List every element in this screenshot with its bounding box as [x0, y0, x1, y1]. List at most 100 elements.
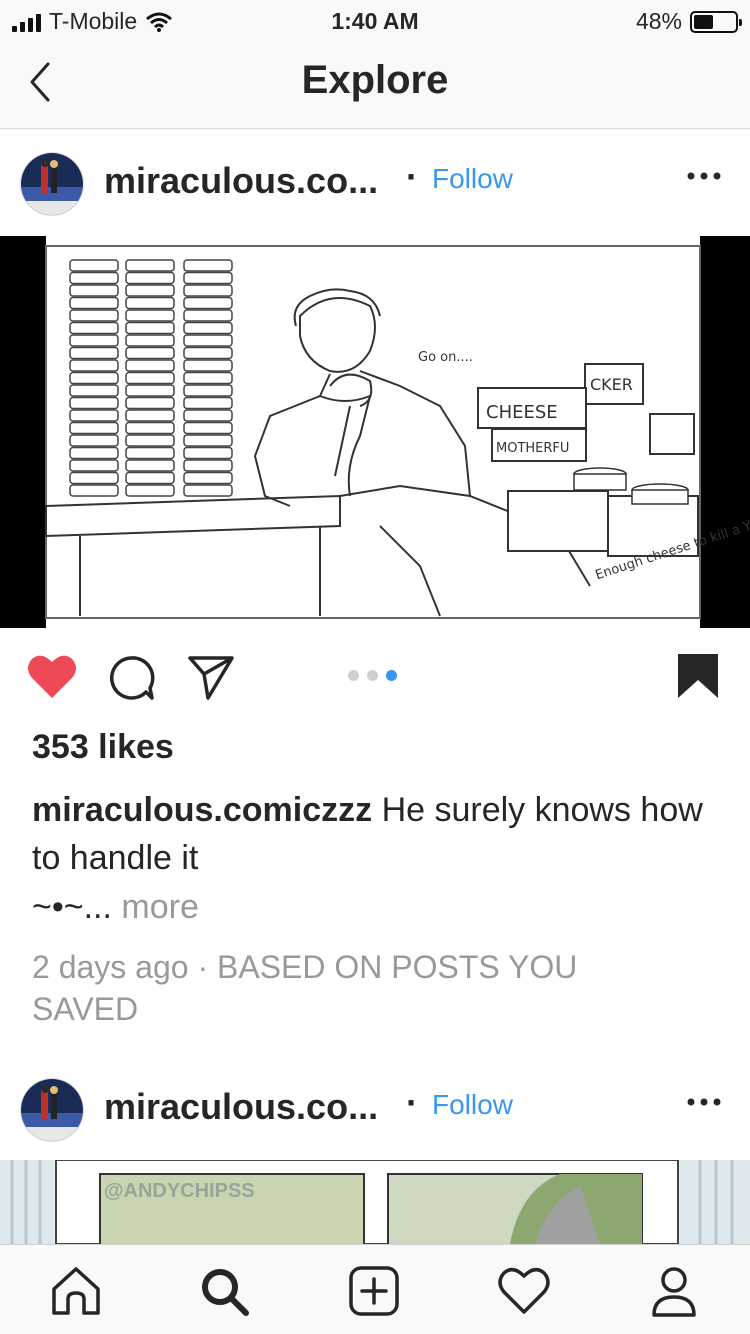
cheese-box [183, 259, 233, 272]
cheese-box [125, 259, 175, 272]
battery-percent: 48% [635, 8, 682, 34]
cheese-box [69, 309, 119, 322]
avatar[interactable] [20, 152, 84, 216]
more-options-button[interactable] [686, 1086, 722, 1116]
bookmark-filled-icon [678, 654, 718, 698]
cheese-box [69, 271, 119, 285]
cheese-box [69, 321, 119, 335]
cheese-box [69, 421, 119, 435]
cheese-box [69, 359, 119, 372]
follow-button[interactable]: Follow [432, 163, 513, 195]
more-horizontal-icon [687, 172, 721, 180]
tab-new-post[interactable] [346, 1263, 402, 1319]
cheese-box [125, 334, 175, 347]
carousel-dot [367, 670, 378, 681]
cheese-box [125, 396, 175, 410]
cheese-box [125, 371, 175, 385]
cheese-box [183, 459, 233, 472]
cheese-box [125, 421, 175, 435]
cheese-box [69, 296, 119, 310]
cheese-box [183, 284, 233, 297]
cheese-box [183, 446, 233, 460]
cheese-box [69, 434, 119, 447]
post-timestamp: 2 days ago · BASED ON POSTS YOU SAVED [32, 949, 578, 1027]
post-image[interactable]: Go on.... CKER CHEESE MOTHERFU Enough ch… [0, 236, 750, 628]
cheese-box [125, 284, 175, 297]
caption: miraculous.comiczzz He surely knows how … [32, 786, 722, 882]
cheese-stacks [69, 259, 233, 497]
post-username[interactable]: miraculous.co... [104, 160, 378, 202]
cheese-box [125, 471, 175, 485]
cheese-box [125, 296, 175, 310]
tab-profile[interactable] [646, 1263, 702, 1319]
cheese-box [125, 346, 175, 360]
post-image-2[interactable]: @ANDYCHIPSS [0, 1160, 750, 1244]
cheese-box [69, 346, 119, 360]
cheese-box [69, 396, 119, 410]
more-horizontal-icon [687, 1098, 721, 1106]
cheese-box [183, 396, 233, 410]
tab-bar [0, 1244, 750, 1334]
likes-count[interactable]: 353 likes [32, 728, 174, 767]
post-actions [0, 628, 750, 728]
cheese-box [183, 471, 233, 485]
status-bar: T-Mobile 1:40 AM 48% [0, 0, 750, 40]
add-post-icon [349, 1266, 399, 1316]
cheese-box [69, 384, 119, 397]
like-button[interactable] [26, 652, 78, 705]
search-icon [202, 1269, 249, 1316]
home-icon [52, 1267, 100, 1315]
cheese-box [69, 409, 119, 422]
cheese-box [183, 384, 233, 397]
tab-activity[interactable] [496, 1263, 552, 1319]
carousel-dot [348, 670, 359, 681]
cheese-box [69, 471, 119, 485]
cheese-box [125, 384, 175, 397]
post-header: miraculous.co... · Follow [0, 130, 750, 236]
cheese-box [183, 359, 233, 372]
watermark: @ANDYCHIPSS [104, 1180, 255, 1202]
cheese-box [125, 484, 175, 497]
cheese-box [183, 321, 233, 335]
caption-ellipsis: ~•~... [32, 888, 112, 926]
cheese-box [183, 371, 233, 385]
avatar[interactable] [20, 1078, 84, 1142]
more-link[interactable]: more [121, 888, 198, 926]
carousel-dot [386, 670, 397, 681]
box-label-1: CKER [590, 375, 633, 394]
cheese-box [183, 484, 233, 497]
activity-heart-icon [498, 1267, 550, 1314]
nav-bar: Explore [0, 40, 750, 129]
caption-extra: ~•~... more [32, 888, 199, 927]
follow-button[interactable]: Follow [432, 1089, 513, 1121]
tab-home[interactable] [48, 1263, 104, 1319]
cheese-box [125, 446, 175, 460]
save-button[interactable] [676, 652, 720, 705]
cheese-box [125, 359, 175, 372]
cheese-box [69, 371, 119, 385]
post-username[interactable]: miraculous.co... [104, 1086, 378, 1128]
tab-search[interactable] [196, 1263, 252, 1319]
cheese-box [125, 409, 175, 422]
cheese-box [183, 346, 233, 360]
heart-filled-icon [28, 655, 76, 698]
more-options-button[interactable] [686, 160, 722, 190]
profile-icon [652, 1267, 696, 1317]
separator: · [406, 156, 418, 197]
cheese-box [125, 434, 175, 447]
cheese-box [183, 421, 233, 435]
cheese-box [69, 484, 119, 497]
comment-button[interactable] [106, 654, 156, 707]
cheese-box [183, 409, 233, 422]
battery-icon [690, 10, 742, 33]
share-button[interactable] [186, 654, 236, 705]
comment-icon [110, 656, 155, 700]
post-header-2: miraculous.co... · Follow [0, 1056, 750, 1162]
page-title: Explore [301, 58, 449, 102]
cheese-box [69, 459, 119, 472]
separator: · [406, 1082, 418, 1123]
cheese-box [69, 446, 119, 460]
box-label-3: MOTHERFU [496, 441, 569, 456]
cheese-box [125, 459, 175, 472]
caption-username[interactable]: miraculous.comiczzz [32, 791, 372, 829]
